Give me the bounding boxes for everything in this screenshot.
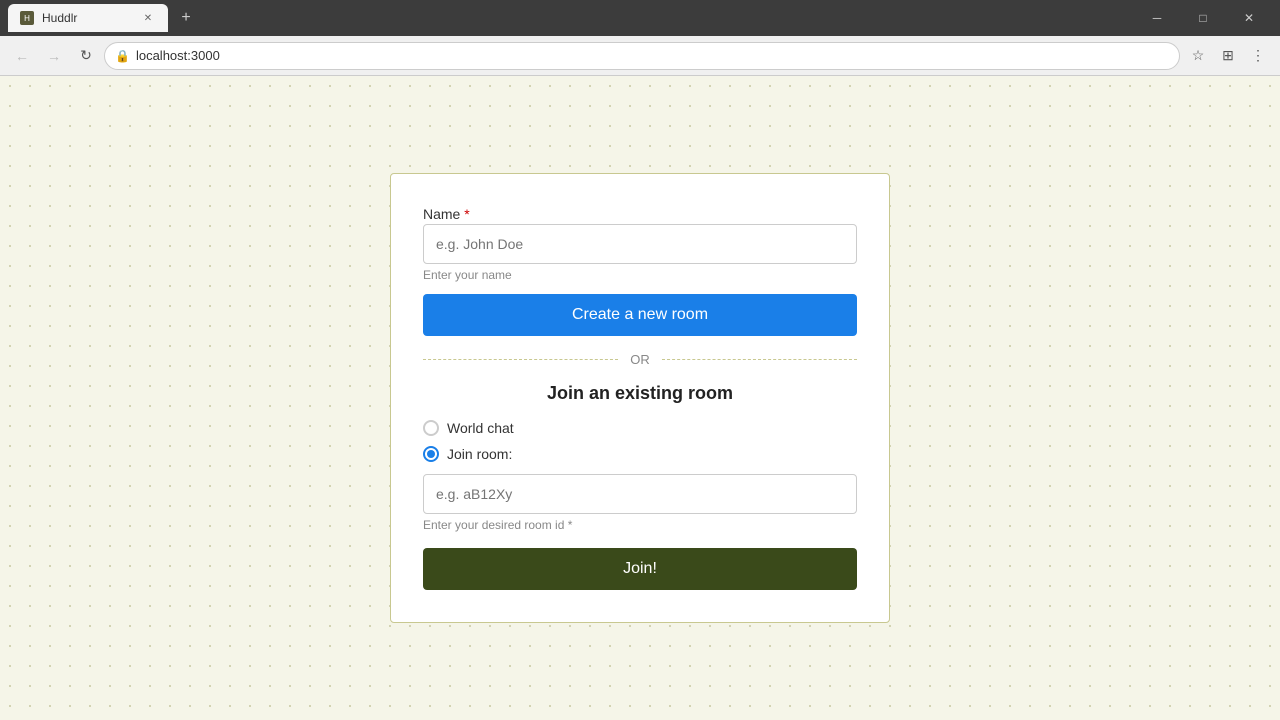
bookmark-button[interactable]: ☆ xyxy=(1184,42,1212,70)
radio-join-room[interactable]: Join room: xyxy=(423,446,857,462)
world-chat-label: World chat xyxy=(447,420,514,436)
or-line-right xyxy=(662,359,857,360)
join-room-label: Join room: xyxy=(447,446,512,462)
address-text: localhost:3000 xyxy=(136,48,220,63)
join-button[interactable]: Join! xyxy=(423,548,857,590)
world-chat-radio[interactable] xyxy=(423,420,439,436)
room-id-input[interactable] xyxy=(423,474,857,514)
close-button[interactable]: ✕ xyxy=(1226,0,1272,36)
toolbar-actions: ☆ ⊞ ⋮ xyxy=(1184,42,1272,70)
maximize-button[interactable]: □ xyxy=(1180,0,1226,36)
join-room-radio[interactable] xyxy=(423,446,439,462)
name-label: Name * xyxy=(423,206,470,222)
name-input[interactable] xyxy=(423,224,857,264)
browser-titlebar: H Huddlr ✕ + ─ □ ✕ xyxy=(0,0,1280,36)
browser-chrome: H Huddlr ✕ + ─ □ ✕ ← → ↻ 🔒 localhost:300… xyxy=(0,0,1280,76)
or-divider: OR xyxy=(423,352,857,367)
browser-tab[interactable]: H Huddlr ✕ xyxy=(8,4,168,32)
lock-icon: 🔒 xyxy=(115,49,130,63)
radio-group: World chat Join room: xyxy=(423,420,857,462)
extensions-button[interactable]: ⊞ xyxy=(1214,42,1242,70)
forward-button[interactable]: → xyxy=(40,42,68,70)
radio-world-chat[interactable]: World chat xyxy=(423,420,857,436)
name-hint: Enter your name xyxy=(423,268,857,282)
reload-button[interactable]: ↻ xyxy=(72,42,100,70)
or-text: OR xyxy=(630,352,650,367)
tab-favicon: H xyxy=(20,11,34,25)
address-bar[interactable]: 🔒 localhost:3000 xyxy=(104,42,1180,70)
minimize-button[interactable]: ─ xyxy=(1134,0,1180,36)
tab-title: Huddlr xyxy=(42,11,77,25)
create-room-button[interactable]: Create a new room xyxy=(423,294,857,336)
form-card: Name * Enter your name Create a new room… xyxy=(390,173,890,623)
window-controls: ─ □ ✕ xyxy=(1134,0,1272,36)
room-id-hint: Enter your desired room id * xyxy=(423,518,857,532)
new-tab-button[interactable]: + xyxy=(172,4,200,32)
or-line-left xyxy=(423,359,618,360)
tab-close-button[interactable]: ✕ xyxy=(140,10,156,26)
menu-button[interactable]: ⋮ xyxy=(1244,42,1272,70)
page-content: Name * Enter your name Create a new room… xyxy=(0,76,1280,720)
join-section-title: Join an existing room xyxy=(423,383,857,404)
back-button[interactable]: ← xyxy=(8,42,36,70)
browser-toolbar: ← → ↻ 🔒 localhost:3000 ☆ ⊞ ⋮ xyxy=(0,36,1280,76)
